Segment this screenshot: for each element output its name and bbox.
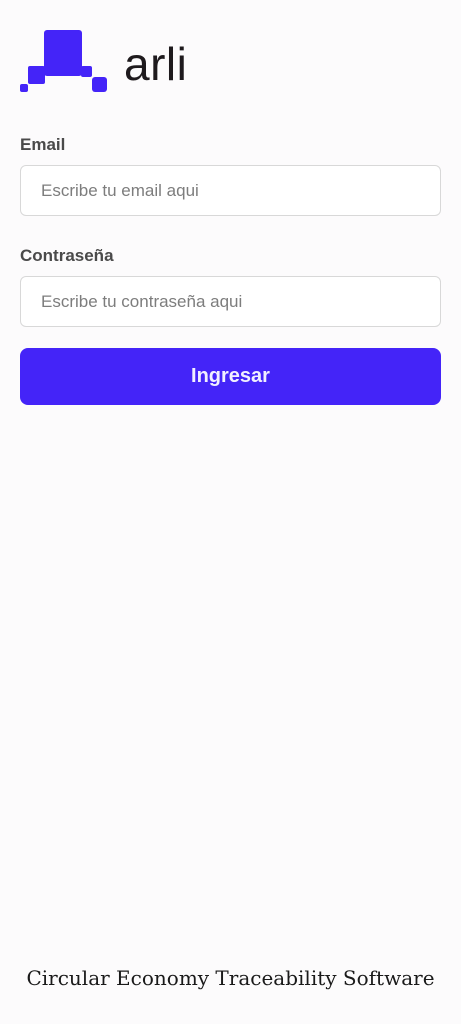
brand-wordmark: arli [124, 38, 188, 90]
email-label: Email [20, 135, 66, 154]
password-input[interactable] [20, 276, 441, 327]
footer-tagline: Circular Economy Traceability Software [26, 966, 435, 990]
password-label: Contraseña [20, 246, 114, 265]
login-form: Email Contraseña Ingresar [20, 133, 441, 405]
login-submit-button[interactable]: Ingresar [20, 348, 441, 405]
password-field-group: Contraseña [20, 244, 441, 327]
email-input[interactable] [20, 165, 441, 216]
brand-header: arli [20, 30, 187, 94]
arli-logo-icon [20, 30, 107, 92]
email-field-group: Email [20, 133, 441, 216]
